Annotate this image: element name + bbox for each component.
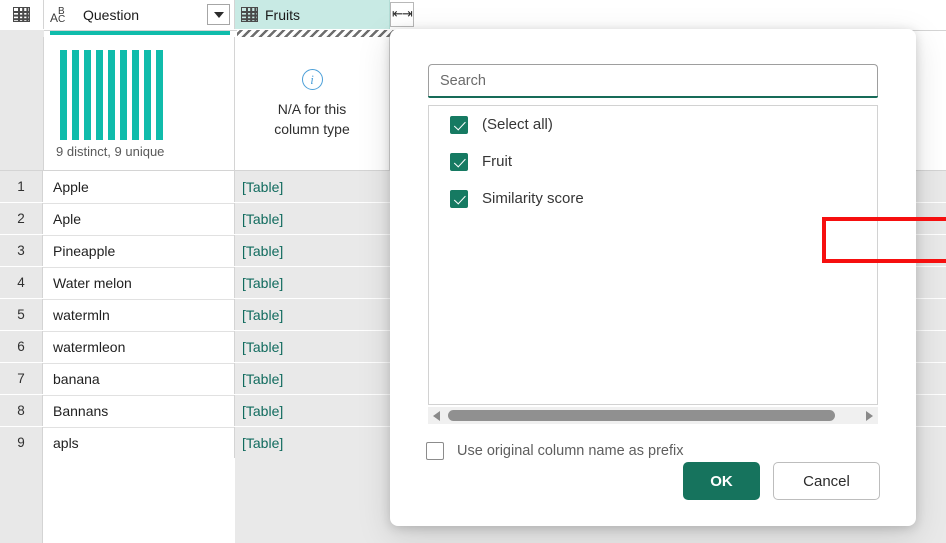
scroll-right-arrow-icon[interactable] <box>861 407 878 424</box>
histogram-bar <box>60 50 67 140</box>
column-profile-question: 9 distinct, 9 unique <box>44 37 235 170</box>
cell-question[interactable]: Water melon <box>44 267 235 298</box>
column-header-question-label: Question <box>83 6 140 23</box>
row-number: 5 <box>0 299 43 330</box>
column-profile-fruits: i N/A for this column type <box>235 37 390 170</box>
quality-bar-question <box>50 31 230 35</box>
cell-question[interactable]: watermln <box>44 299 235 330</box>
cell-question[interactable]: apls <box>44 427 235 458</box>
search-input[interactable] <box>429 65 877 96</box>
quality-gutter <box>0 30 44 37</box>
profile-na-message: N/A for this column type <box>274 99 349 140</box>
profile-gutter <box>0 37 44 170</box>
triangle-right-icon <box>866 410 873 421</box>
cell-question[interactable]: banana <box>44 363 235 394</box>
histogram-bar <box>72 50 79 140</box>
list-item[interactable]: Similarity score <box>429 180 877 217</box>
scroll-left-arrow-icon[interactable] <box>428 407 445 424</box>
row-number: 4 <box>0 267 43 298</box>
row-number: 8 <box>0 395 43 426</box>
cell-question[interactable]: Pineapple <box>44 235 235 266</box>
grid-empty-gutter <box>0 458 43 543</box>
profile-na-line2: column type <box>274 121 350 138</box>
info-icon: i <box>301 69 323 90</box>
cell-question[interactable]: watermleon <box>44 331 235 362</box>
histogram-bar <box>156 50 163 140</box>
value-distribution-histogram <box>60 50 163 140</box>
column-header-fruits[interactable]: Fruits <box>235 0 390 29</box>
scrollbar-track[interactable] <box>445 407 861 424</box>
column-list[interactable]: (Select all) Fruit Similarity score <box>428 105 878 405</box>
list-item-label: Similarity score <box>482 190 584 207</box>
cell-question[interactable]: Apple <box>44 171 235 202</box>
grid-header-row: ABC Question Fruits ⇤⇥ <box>0 0 946 31</box>
histogram-bar <box>144 50 151 140</box>
horizontal-scrollbar[interactable] <box>428 407 878 424</box>
list-item-label: (Select all) <box>482 116 553 133</box>
list-item[interactable]: Fruit <box>429 143 877 180</box>
chevron-down-icon <box>213 11 224 18</box>
column-filter-dropdown-question[interactable] <box>207 4 230 25</box>
expand-column-button-fruits[interactable]: ⇤⇥ <box>390 2 414 27</box>
cancel-button[interactable]: Cancel <box>773 462 880 500</box>
ok-button[interactable]: OK <box>683 462 760 500</box>
use-prefix-option-row[interactable]: Use original column name as prefix <box>426 442 683 460</box>
list-item[interactable]: (Select all) <box>429 106 877 143</box>
row-number: 7 <box>0 363 43 394</box>
histogram-bar <box>84 50 91 140</box>
list-item-checkbox[interactable] <box>450 189 468 208</box>
row-number: 1 <box>0 171 43 202</box>
distinct-unique-label: 9 distinct, 9 unique <box>56 144 165 159</box>
use-prefix-label: Use original column name as prefix <box>457 443 684 459</box>
row-number: 3 <box>0 235 43 266</box>
table-icon <box>13 7 30 22</box>
histogram-bar <box>108 50 115 140</box>
expand-arrows-icon: ⇤⇥ <box>392 7 413 22</box>
column-header-fruits-label: Fruits <box>265 6 300 23</box>
histogram-bar <box>120 50 127 140</box>
use-prefix-checkbox[interactable] <box>426 442 444 460</box>
histogram-bar <box>132 50 139 140</box>
search-box[interactable] <box>428 64 878 98</box>
cell-question[interactable]: Aple <box>44 203 235 234</box>
cell-question[interactable]: Bannans <box>44 395 235 426</box>
row-number: 2 <box>0 203 43 234</box>
histogram-bar <box>96 50 103 140</box>
select-all-columns-button[interactable] <box>0 0 44 29</box>
scrollbar-thumb[interactable] <box>448 410 835 421</box>
abc-text-type-icon: ABC <box>50 5 66 25</box>
list-item-checkbox[interactable] <box>450 152 468 171</box>
table-icon <box>241 7 258 22</box>
list-item-checkbox[interactable] <box>450 115 468 134</box>
expand-column-dialog: (Select all) Fruit Similarity score Use or… <box>390 29 946 526</box>
triangle-left-icon <box>433 410 440 421</box>
list-item-label: Fruit <box>482 153 512 170</box>
row-number: 6 <box>0 331 43 362</box>
profile-na-line1: N/A for this <box>277 101 347 117</box>
row-number: 9 <box>0 427 43 458</box>
